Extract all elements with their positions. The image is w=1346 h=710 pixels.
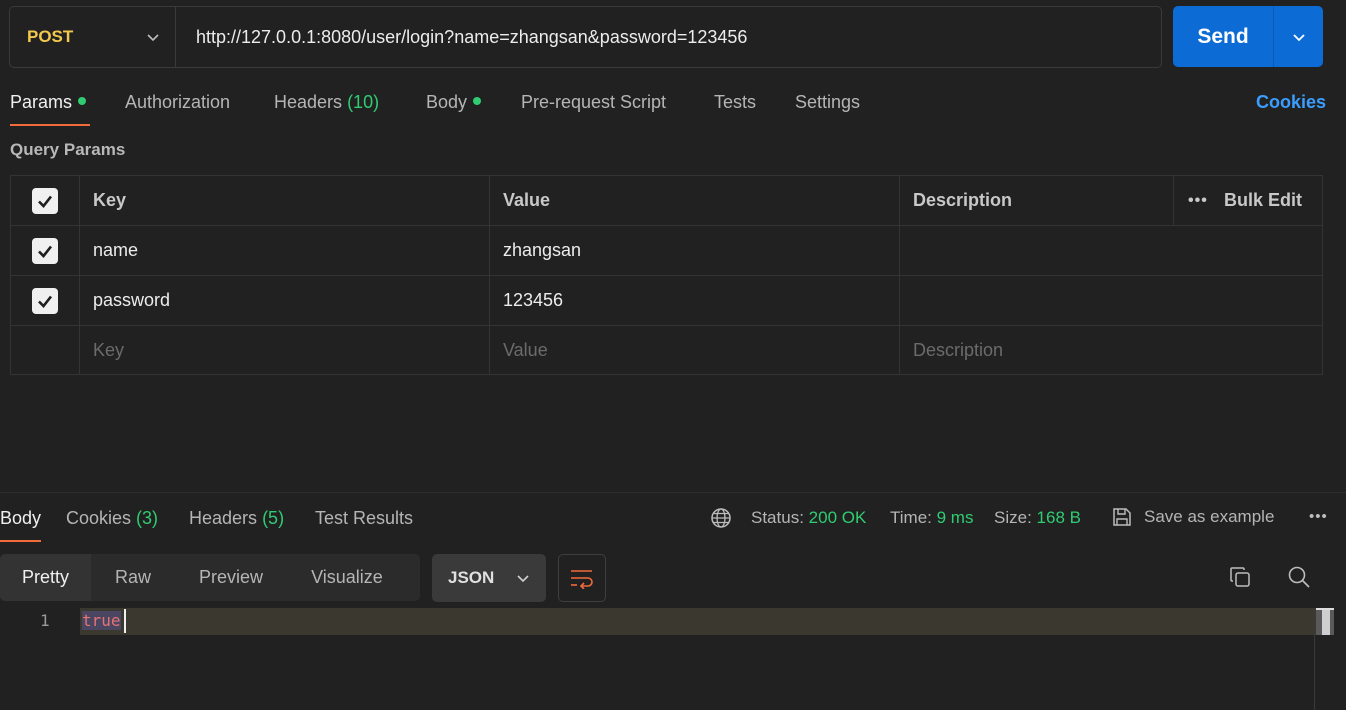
time-value: 9 ms [936,508,974,527]
view-preview[interactable]: Preview [175,554,287,601]
search-button[interactable] [1284,562,1314,592]
tab-settings[interactable]: Settings [795,92,860,113]
column-header-key: Key [80,176,490,225]
status-value: 200 OK [808,508,867,527]
search-icon [1288,566,1310,588]
tab-response-cookies[interactable]: Cookies (3) [66,508,158,529]
table-row: name zhangsan [11,226,1322,276]
tab-body[interactable]: Body [426,92,482,113]
check-icon [38,195,53,208]
response-tabs: Body Cookies (3) Headers (5) Test Result… [0,506,1346,542]
format-label: JSON [448,568,495,587]
url-input[interactable]: http://127.0.0.1:8080/user/login?name=zh… [176,27,1161,48]
body-indicator-dot [473,97,482,106]
send-options-dropdown[interactable] [1274,6,1323,67]
row-checkbox[interactable] [32,287,58,314]
response-size: Size: 168 B [994,508,1081,527]
param-description-input[interactable] [900,276,1322,325]
chevron-down-icon [147,34,159,42]
param-value-input[interactable]: 123456 [490,276,900,325]
check-icon [38,295,53,308]
param-value-input[interactable]: zhangsan [490,226,900,275]
view-raw[interactable]: Raw [91,554,175,601]
new-key-input[interactable]: Key [80,326,490,374]
tab-test-results[interactable]: Test Results [315,508,413,529]
chevron-down-icon [517,575,529,583]
text-cursor [124,609,126,633]
copy-button[interactable] [1225,562,1255,592]
response-headers-count: (5) [262,508,285,528]
save-as-example-button[interactable]: Save as example [1111,506,1274,528]
table-row-new: Key Value Description [11,326,1322,374]
row-checkbox[interactable] [32,237,58,264]
more-options-icon[interactable]: ••• [1309,508,1328,525]
column-header-description: Description [900,176,1174,225]
request-tabs: Params Authorization Headers (10) Body P… [10,88,1326,128]
response-view-options: Pretty Raw Preview Visualize [0,554,420,601]
query-params-table: Key Value Description ••• Bulk Edit name… [10,175,1323,375]
more-options-icon[interactable]: ••• [1188,192,1208,210]
param-key-input[interactable]: name [80,226,490,275]
table-row: password 123456 [11,276,1322,326]
editor-scrollbar-track[interactable] [1314,608,1315,710]
response-status: Status: 200 OK [751,508,867,527]
check-icon [38,245,53,258]
active-response-tab-underline [0,540,41,542]
response-time: Time: 9 ms [890,508,974,527]
column-header-value: Value [490,176,900,225]
view-pretty[interactable]: Pretty [0,554,92,601]
copy-icon [1230,567,1250,587]
response-body-editor[interactable]: 1 true [0,608,1316,710]
size-value: 168 B [1036,508,1081,527]
globe-icon[interactable] [710,507,732,529]
query-params-title: Query Params [10,140,126,159]
headers-count: (10) [347,92,380,112]
param-key-input[interactable]: password [80,276,490,325]
send-button[interactable]: Send [1173,6,1274,67]
new-value-input[interactable]: Value [490,326,900,374]
table-header-row: Key Value Description ••• Bulk Edit [11,176,1322,226]
editor-scrollbar-thumb[interactable] [1316,608,1334,635]
wrap-lines-icon [571,570,593,589]
send-button-group: Send [1173,6,1323,67]
wrap-lines-button[interactable] [558,554,606,602]
response-code: true [82,611,121,630]
tab-response-body[interactable]: Body [0,508,41,529]
cookies-count: (3) [136,508,159,528]
param-description-input[interactable] [900,226,1322,275]
active-line-highlight [80,608,1316,635]
tab-authorization[interactable]: Authorization [125,92,230,113]
request-url-bar: POST http://127.0.0.1:8080/user/login?na… [9,6,1162,68]
new-description-input[interactable]: Description [900,326,1322,374]
tab-params[interactable]: Params [10,92,87,113]
line-number: 1 [40,611,50,630]
method-label: POST [27,27,74,46]
select-all-checkbox[interactable] [32,187,58,214]
tab-headers[interactable]: Headers (10) [274,92,379,113]
params-indicator-dot [78,97,87,106]
active-tab-underline [10,124,90,126]
response-divider[interactable] [0,492,1346,493]
tab-pre-request-script[interactable]: Pre-request Script [521,92,666,113]
save-icon [1113,508,1131,526]
method-select[interactable]: POST [10,7,176,67]
bulk-edit-button[interactable]: Bulk Edit [1224,190,1302,211]
chevron-down-icon [1292,33,1305,41]
cookies-link[interactable]: Cookies [1256,92,1326,113]
view-visualize[interactable]: Visualize [287,554,407,601]
tab-response-headers[interactable]: Headers (5) [189,508,284,529]
tab-tests[interactable]: Tests [714,92,756,113]
format-select[interactable]: JSON [432,554,546,602]
